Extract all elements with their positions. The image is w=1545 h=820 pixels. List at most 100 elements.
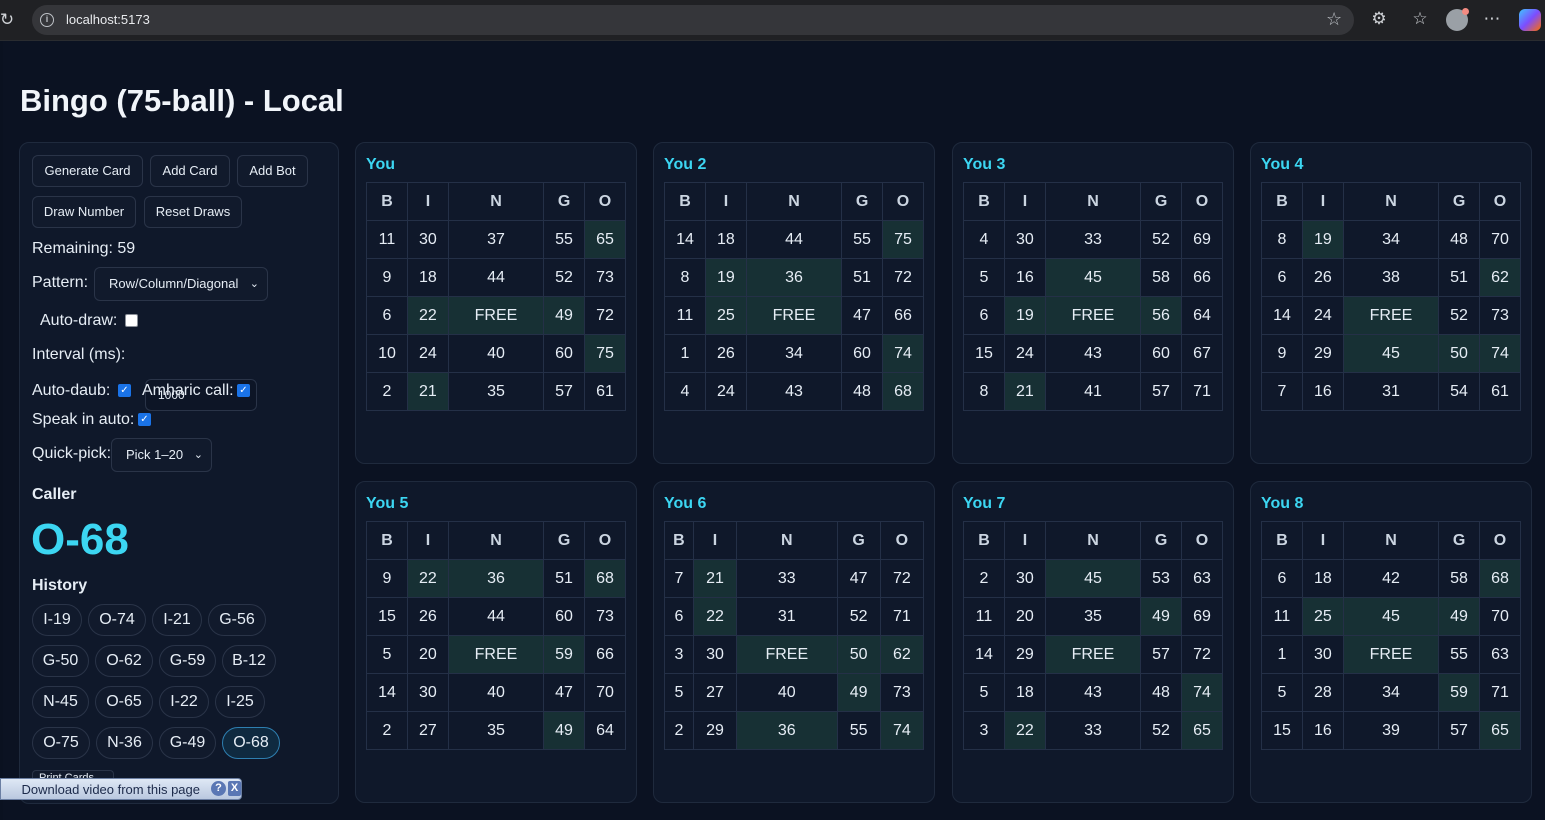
number-cell[interactable]: 52 [543,258,586,297]
number-cell[interactable]: 24 [406,334,449,373]
number-cell[interactable]: 6 [366,296,408,335]
number-cell[interactable]: 38 [1342,258,1440,297]
number-cell[interactable]: 18 [406,258,449,297]
favorites-icon[interactable]: ☆ [1409,9,1431,29]
number-cell[interactable]: 18 [704,220,747,259]
number-cell[interactable]: 72 [882,258,924,297]
number-cell[interactable]: 16 [1003,258,1046,297]
number-cell[interactable]: 33 [1044,220,1142,259]
number-cell[interactable]: 74 [1181,673,1223,712]
number-cell[interactable]: 47 [543,673,586,712]
number-cell[interactable]: 34 [1342,673,1440,712]
number-cell[interactable]: 40 [447,673,545,712]
number-cell[interactable]: 60 [841,334,884,373]
number-cell[interactable]: 35 [447,372,545,411]
number-cell[interactable]: 59 [1438,673,1481,712]
close-icon[interactable]: X [228,781,241,796]
number-cell[interactable]: 30 [1301,635,1344,674]
number-cell[interactable]: 74 [882,334,924,373]
number-cell[interactable]: 30 [692,635,738,674]
number-cell[interactable]: 5 [963,673,1005,712]
number-cell[interactable]: 28 [1301,673,1344,712]
reload-icon[interactable]: ↻ [0,10,16,30]
number-cell[interactable]: 27 [692,673,738,712]
reset-draws-button[interactable]: Reset Draws [144,196,242,228]
free-cell[interactable]: FREE [447,296,545,335]
number-cell[interactable]: 43 [1044,673,1142,712]
number-cell[interactable]: 66 [882,296,924,335]
number-cell[interactable]: 57 [1438,711,1481,750]
number-cell[interactable]: 11 [963,597,1005,636]
free-cell[interactable]: FREE [447,635,545,674]
number-cell[interactable]: 26 [704,334,747,373]
number-cell[interactable]: 5 [366,635,408,674]
number-cell[interactable]: 19 [1003,296,1046,335]
number-cell[interactable]: 16 [1301,372,1344,411]
number-cell[interactable]: 58 [1438,559,1481,598]
number-cell[interactable]: 10 [366,334,408,373]
number-cell[interactable]: 14 [664,220,706,259]
number-cell[interactable]: 6 [1261,559,1303,598]
number-cell[interactable]: 51 [543,559,586,598]
pattern-select[interactable]: Row/Column/Diagonal ⌄ [94,267,268,301]
number-cell[interactable]: 72 [1181,635,1223,674]
free-cell[interactable]: FREE [1342,296,1440,335]
number-cell[interactable]: 74 [1479,334,1521,373]
number-cell[interactable]: 37 [447,220,545,259]
free-cell[interactable]: FREE [1044,296,1142,335]
number-cell[interactable]: 22 [406,296,449,335]
number-cell[interactable]: 19 [1301,220,1344,259]
free-cell[interactable]: FREE [736,635,838,674]
more-menu-icon[interactable]: ⋯ [1481,9,1503,29]
number-cell[interactable]: 6 [664,597,694,636]
number-cell[interactable]: 71 [879,597,925,636]
generate-card-button[interactable]: Generate Card [32,155,143,187]
number-cell[interactable]: 68 [584,559,626,598]
number-cell[interactable]: 22 [692,597,738,636]
number-cell[interactable]: 18 [1003,673,1046,712]
number-cell[interactable]: 21 [692,559,738,598]
number-cell[interactable]: 3 [963,711,1005,750]
number-cell[interactable]: 25 [1301,597,1344,636]
number-cell[interactable]: 48 [1438,220,1481,259]
number-cell[interactable]: 48 [841,372,884,411]
number-cell[interactable]: 36 [736,711,838,750]
number-cell[interactable]: 49 [543,296,586,335]
number-cell[interactable]: 7 [664,559,694,598]
number-cell[interactable]: 15 [963,334,1005,373]
number-cell[interactable]: 66 [1181,258,1223,297]
number-cell[interactable]: 9 [366,559,408,598]
number-cell[interactable]: 9 [1261,334,1303,373]
number-cell[interactable]: 34 [1342,220,1440,259]
number-cell[interactable]: 63 [1479,635,1521,674]
number-cell[interactable]: 71 [1181,372,1223,411]
number-cell[interactable]: 67 [1181,334,1223,373]
number-cell[interactable]: 55 [841,220,884,259]
number-cell[interactable]: 21 [1003,372,1046,411]
number-cell[interactable]: 51 [841,258,884,297]
number-cell[interactable]: 62 [879,635,925,674]
number-cell[interactable]: 52 [836,597,881,636]
number-cell[interactable]: 42 [1342,559,1440,598]
number-cell[interactable]: 47 [836,559,881,598]
number-cell[interactable]: 1 [664,334,706,373]
number-cell[interactable]: 33 [1044,711,1142,750]
autodaub-checkbox[interactable]: ✓ [118,384,131,397]
number-cell[interactable]: 25 [704,296,747,335]
number-cell[interactable]: 24 [1301,296,1344,335]
number-cell[interactable]: 2 [664,711,694,750]
number-cell[interactable]: 65 [1181,711,1223,750]
number-cell[interactable]: 35 [1044,597,1142,636]
number-cell[interactable]: 61 [584,372,626,411]
number-cell[interactable]: 75 [882,220,924,259]
add-card-button[interactable]: Add Card [150,155,230,187]
number-cell[interactable]: 49 [1140,597,1183,636]
url-text[interactable]: localhost:5173 [66,12,150,27]
number-cell[interactable]: 4 [664,372,706,411]
number-cell[interactable]: 59 [543,635,586,674]
free-cell[interactable]: FREE [1342,635,1440,674]
number-cell[interactable]: 31 [736,597,838,636]
number-cell[interactable]: 14 [1261,296,1303,335]
number-cell[interactable]: 4 [963,220,1005,259]
autodraw-checkbox[interactable] [125,314,138,327]
